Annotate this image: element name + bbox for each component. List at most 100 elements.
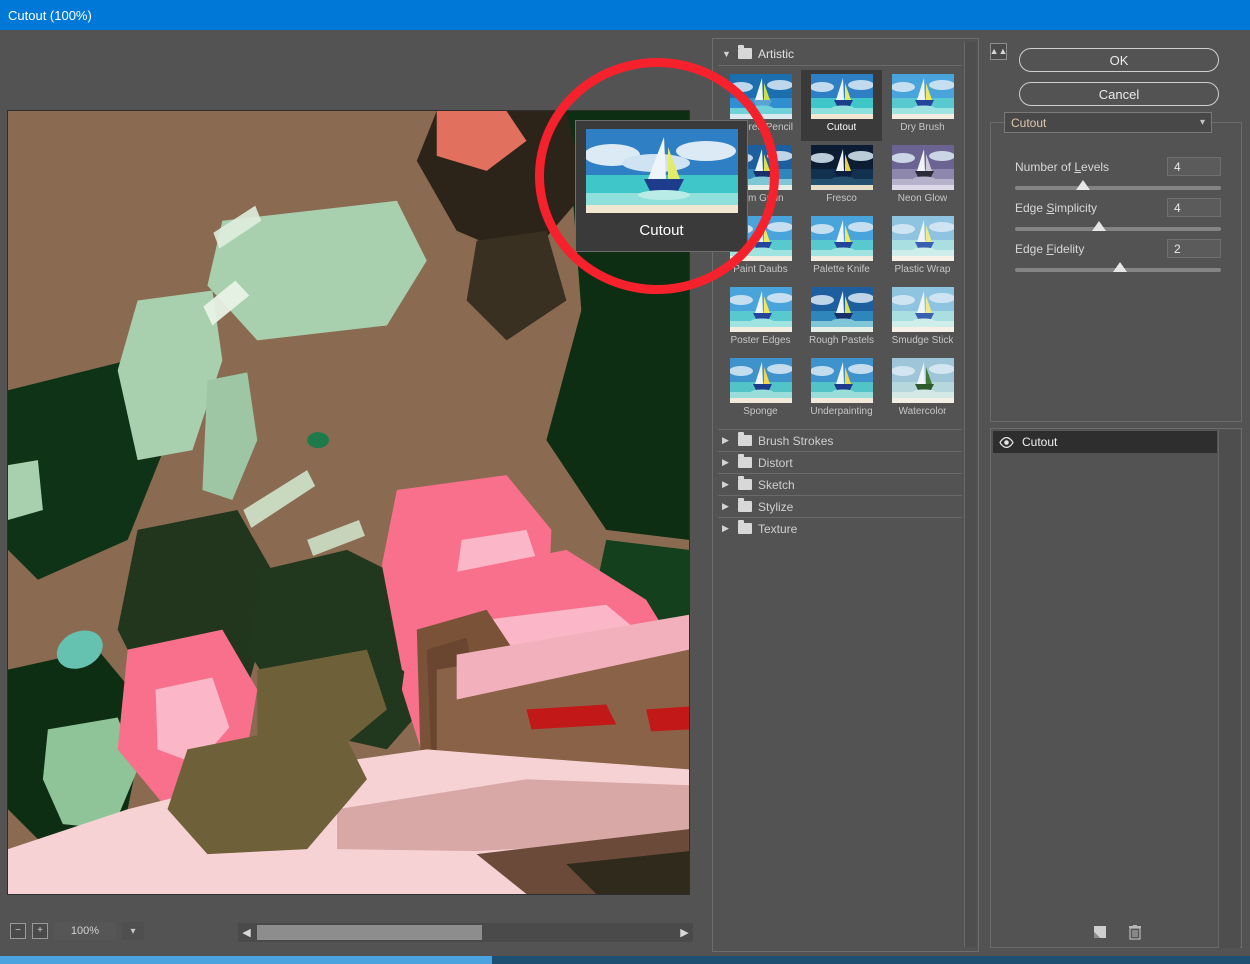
filter-tile-watercolor[interactable]: Watercolor: [882, 354, 963, 425]
category-label: Texture: [758, 522, 797, 536]
gallery-vertical-scrollbar[interactable]: [964, 42, 976, 947]
cutout-filtered-image: [8, 111, 689, 894]
sailboat-thumbnail-icon: [730, 358, 792, 403]
taskbar-highlight: [0, 956, 492, 964]
new-effect-layer-icon[interactable]: [1091, 924, 1108, 941]
filter-tile-label: Underpainting: [810, 406, 872, 417]
filter-tile-cutout[interactable]: Cutout: [801, 70, 882, 141]
filter-thumbnail-grid: Colored Pencil Cutout Dry Brush Film Grain F…: [718, 66, 962, 429]
category-row-texture[interactable]: ▶ Texture: [718, 517, 962, 539]
zoom-out-button[interactable]: −: [10, 923, 26, 939]
chevron-down-icon: ▾: [1200, 117, 1205, 128]
filter-select-dropdown[interactable]: Cutout ▾: [1004, 112, 1212, 133]
layer-name: Cutout: [1022, 435, 1057, 449]
filter-tile-dry-brush[interactable]: Dry Brush: [882, 70, 963, 141]
preview-horizontal-scrollbar[interactable]: ◀ ▶: [238, 923, 693, 942]
filter-tile-underpainting[interactable]: Underpainting: [801, 354, 882, 425]
ok-label: OK: [1110, 53, 1129, 68]
filter-tile-poster-edges[interactable]: Poster Edges: [720, 283, 801, 354]
filter-gallery-content: ▼ Artistic Colored Pencil Cutout Dry Brush…: [718, 42, 962, 947]
filter-tile-film-grain[interactable]: Film Grain: [720, 141, 801, 212]
scrollbar-thumb[interactable]: [257, 925, 482, 940]
sailboat-thumbnail-icon: [811, 287, 873, 332]
layers-vertical-scrollbar[interactable]: [1218, 430, 1240, 948]
slider-edge-fidelity: Edge Fidelity 2: [1015, 239, 1221, 272]
filter-tile-label: Plastic Wrap: [895, 264, 951, 275]
zoom-in-button[interactable]: +: [32, 923, 48, 939]
slider-edge-simplicity: Edge Simplicity 4: [1015, 198, 1221, 231]
sailboat-thumbnail-icon: [730, 287, 792, 332]
taskbar-strip: [0, 956, 1250, 964]
slider-value-field[interactable]: 2: [1167, 239, 1221, 258]
filter-tile-label: Film Grain: [737, 193, 783, 204]
filter-tile-smudge-stick[interactable]: Smudge Stick: [882, 283, 963, 354]
filter-tile-rough-pastels[interactable]: Rough Pastels: [801, 283, 882, 354]
sailboat-thumbnail-icon: [811, 74, 873, 119]
triangle-right-icon: ▶: [722, 457, 732, 468]
filter-tile-label: Watercolor: [899, 406, 947, 417]
filter-tile-label: Colored Pencil: [728, 122, 793, 133]
filter-tile-label: Dry Brush: [900, 122, 944, 133]
slider-track[interactable]: [1015, 268, 1221, 272]
zoom-level-field[interactable]: 100%: [54, 922, 116, 940]
collapsed-category-list: ▶ Brush Strokes ▶ Distort ▶ Sketch ▶: [718, 429, 962, 539]
filter-tile-neon-glow[interactable]: Neon Glow: [882, 141, 963, 212]
chevron-down-icon[interactable]: ▾: [122, 922, 144, 940]
filter-tile-label: Paint Daubs: [733, 264, 787, 275]
settings-panel: ▲▲ OK Cancel Cutout ▾ Number of Levels 4: [988, 38, 1244, 952]
slider-thumb[interactable]: [1092, 221, 1106, 231]
filter-tile-fresco[interactable]: Fresco: [801, 141, 882, 212]
category-row-distort[interactable]: ▶ Distort: [718, 451, 962, 473]
triangle-right-icon: ▶: [722, 501, 732, 512]
slider-label: Number of Levels: [1015, 160, 1109, 174]
sailboat-thumbnail-icon: [811, 358, 873, 403]
slider-value-field[interactable]: 4: [1167, 157, 1221, 176]
slider-track[interactable]: [1015, 186, 1221, 190]
category-label: Stylize: [758, 500, 793, 514]
zoom-in-label: +: [37, 924, 43, 938]
trash-icon[interactable]: [1126, 924, 1143, 941]
triangle-down-icon: ▼: [722, 49, 732, 59]
sailboat-thumbnail-icon: [892, 145, 954, 190]
slider-track[interactable]: [1015, 227, 1221, 231]
sailboat-thumbnail-icon: [730, 145, 792, 190]
sailboat-thumbnail-icon: [811, 216, 873, 261]
folder-icon: [738, 435, 752, 446]
filter-tile-plastic-wrap[interactable]: Plastic Wrap: [882, 212, 963, 283]
filter-tile-sponge[interactable]: Sponge: [720, 354, 801, 425]
folder-icon: [738, 457, 752, 468]
filter-tile-palette-knife[interactable]: Palette Knife: [801, 212, 882, 283]
filter-tile-label: Sponge: [743, 406, 777, 417]
slider-thumb[interactable]: [1076, 180, 1090, 190]
folder-icon: [738, 523, 752, 534]
double-chevron-up-icon[interactable]: ▲▲: [990, 43, 1007, 60]
category-label: Artistic: [758, 47, 794, 61]
filter-tile-label: Fresco: [826, 193, 857, 204]
layer-toolbar: [991, 919, 1243, 945]
filter-tile-label: Smudge Stick: [892, 335, 954, 346]
image-preview[interactable]: [7, 110, 690, 895]
filter-tile-label: Rough Pastels: [809, 335, 874, 346]
list-item[interactable]: Cutout: [993, 431, 1217, 453]
category-header-artistic[interactable]: ▼ Artistic: [718, 42, 962, 66]
sailboat-thumbnail-icon: [892, 358, 954, 403]
window-title: Cutout (100%): [8, 8, 92, 23]
ok-button[interactable]: OK: [1019, 48, 1219, 72]
filter-tile-colored-pencil[interactable]: Colored Pencil: [720, 70, 801, 141]
category-row-sketch[interactable]: ▶ Sketch: [718, 473, 962, 495]
slider-value-field[interactable]: 4: [1167, 198, 1221, 217]
category-row-brush-strokes[interactable]: ▶ Brush Strokes: [718, 429, 962, 451]
category-label: Sketch: [758, 478, 795, 492]
eye-icon[interactable]: [999, 437, 1014, 448]
slider-label: Edge Fidelity: [1015, 242, 1084, 256]
filter-tile-label: Poster Edges: [730, 335, 790, 346]
triangle-right-icon[interactable]: ▶: [676, 923, 693, 942]
triangle-left-icon[interactable]: ◀: [238, 923, 255, 942]
cancel-button[interactable]: Cancel: [1019, 82, 1219, 106]
category-row-stylize[interactable]: ▶ Stylize: [718, 495, 962, 517]
effect-layers-panel: Cutout: [990, 428, 1242, 948]
category-label: Distort: [758, 456, 793, 470]
slider-label: Edge Simplicity: [1015, 201, 1097, 215]
slider-thumb[interactable]: [1113, 262, 1127, 272]
filter-tile-paint-daubs[interactable]: Paint Daubs: [720, 212, 801, 283]
